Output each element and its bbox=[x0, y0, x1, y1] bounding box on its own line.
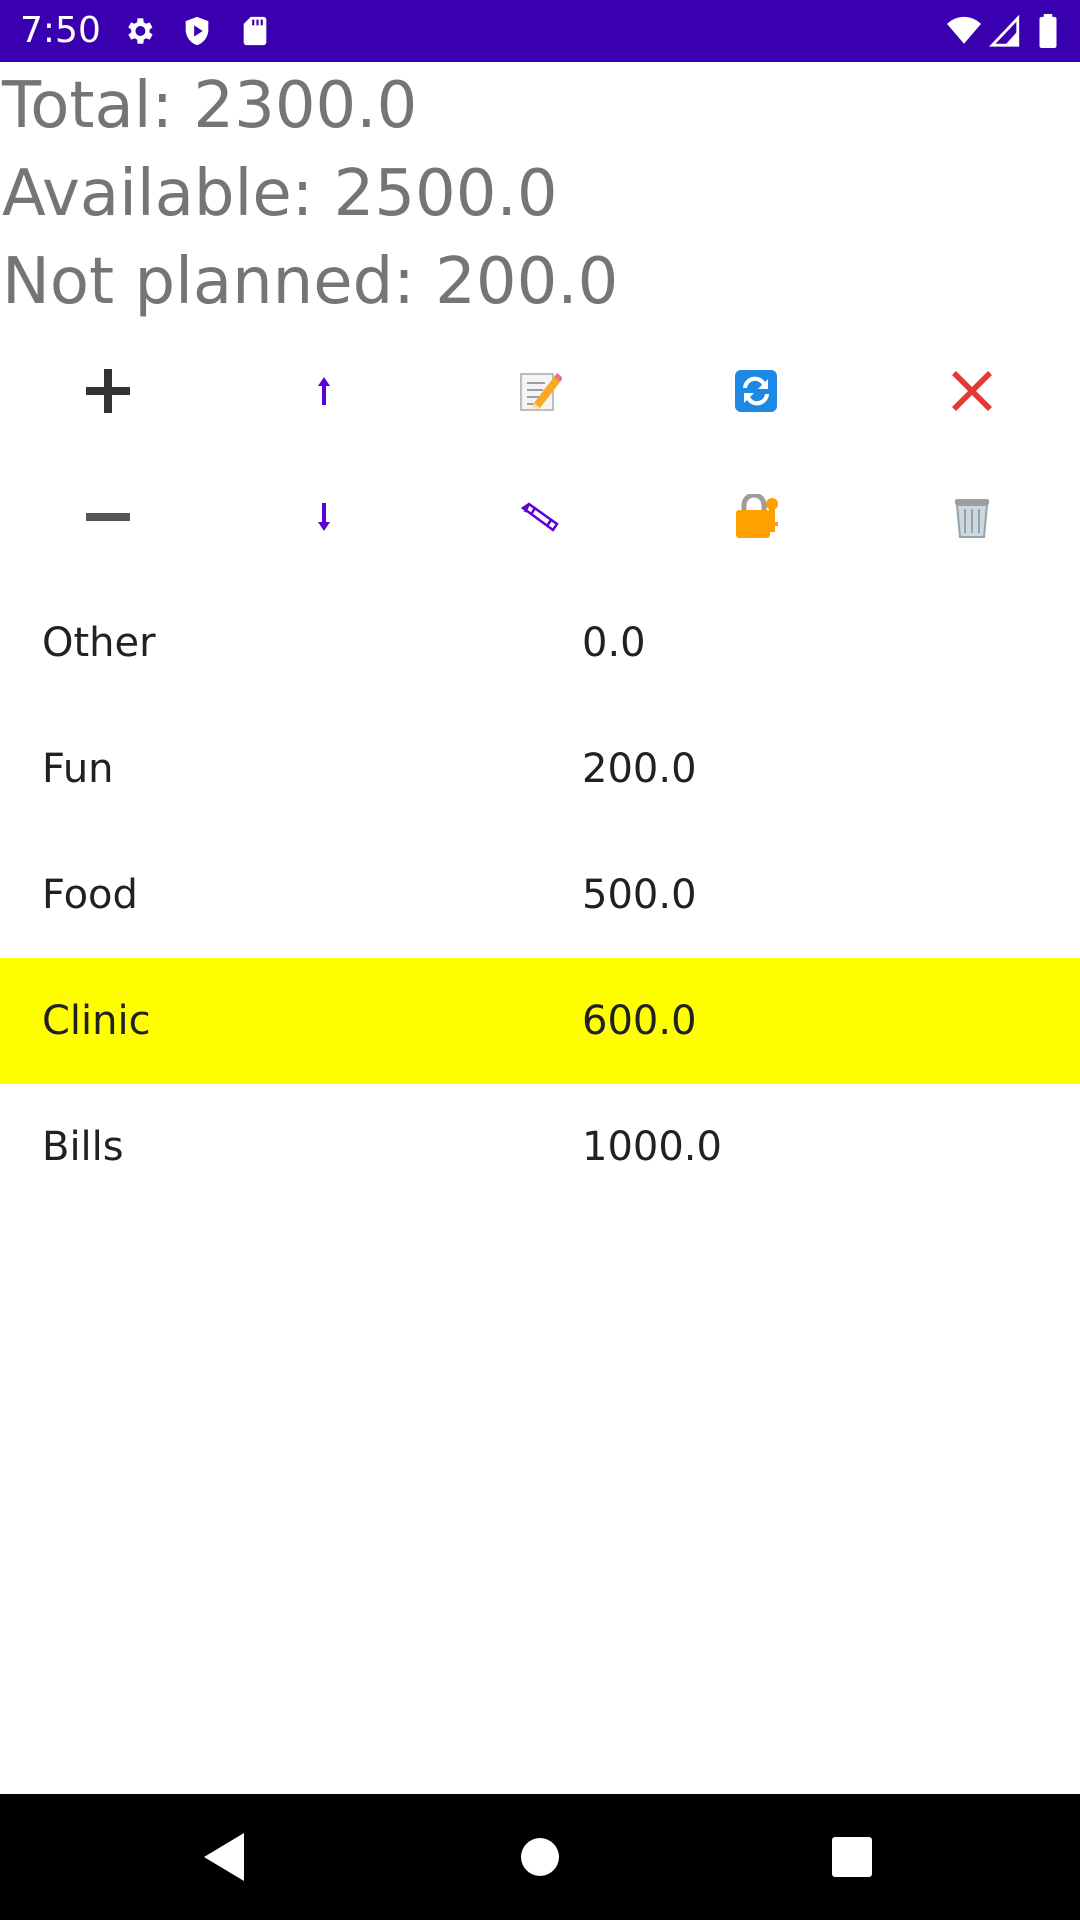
gear-icon bbox=[122, 14, 156, 48]
category-name: Food bbox=[42, 872, 138, 918]
list-item-other[interactable]: Other 0.0 bbox=[0, 580, 1080, 706]
refresh-button[interactable] bbox=[648, 328, 864, 454]
cell-signal-icon bbox=[988, 14, 1022, 48]
list-item-clinic-selected[interactable]: Clinic 600.0 bbox=[0, 958, 1080, 1084]
pencil-icon bbox=[521, 502, 559, 532]
action-toolbar bbox=[0, 328, 1080, 580]
battery-icon bbox=[1034, 14, 1062, 48]
recents-button[interactable] bbox=[822, 1827, 882, 1887]
shield-play-icon bbox=[180, 14, 214, 48]
category-value: 1000.0 bbox=[582, 1124, 722, 1170]
budget-summary: Total: 2300.0 Available: 2500.0 Not plan… bbox=[0, 62, 1080, 326]
refresh-arrows-icon bbox=[735, 370, 777, 412]
lock-key-icon bbox=[736, 494, 778, 538]
category-name: Clinic bbox=[42, 998, 151, 1044]
arrow-down-icon bbox=[318, 503, 330, 531]
back-triangle-icon bbox=[204, 1833, 244, 1881]
close-x-icon bbox=[952, 371, 992, 411]
home-button[interactable] bbox=[510, 1827, 570, 1887]
edit-note-button[interactable] bbox=[432, 328, 648, 454]
not-planned-label: Not planned: 200.0 bbox=[2, 245, 619, 319]
category-name: Bills bbox=[42, 1124, 124, 1170]
sd-card-icon bbox=[238, 14, 272, 48]
trash-can-icon bbox=[955, 499, 989, 538]
system-nav-bar bbox=[0, 1794, 1080, 1920]
arrow-up-icon bbox=[318, 377, 330, 405]
back-button[interactable] bbox=[196, 1827, 256, 1887]
category-value: 0.0 bbox=[582, 620, 646, 666]
toolbar-row-1 bbox=[0, 328, 1080, 454]
available-label: Available: 2500.0 bbox=[2, 157, 558, 231]
lock-button[interactable] bbox=[648, 454, 864, 580]
total-label: Total: 2300.0 bbox=[2, 69, 418, 143]
minus-icon bbox=[86, 513, 130, 521]
plus-icon bbox=[86, 369, 130, 413]
delete-button[interactable] bbox=[864, 454, 1080, 580]
add-button[interactable] bbox=[0, 328, 216, 454]
memo-pencil-icon bbox=[520, 373, 562, 411]
home-circle-icon bbox=[521, 1838, 559, 1876]
move-up-button[interactable] bbox=[216, 328, 432, 454]
subtract-button[interactable] bbox=[0, 454, 216, 580]
category-list: Other 0.0 Fun 200.0 Food 500.0 Clinic 60… bbox=[0, 580, 1080, 1210]
status-bar: 7:50 bbox=[0, 0, 1080, 62]
recents-square-icon bbox=[832, 1837, 872, 1877]
cancel-button[interactable] bbox=[864, 328, 1080, 454]
rename-button[interactable] bbox=[432, 454, 648, 580]
list-item-food[interactable]: Food 500.0 bbox=[0, 832, 1080, 958]
category-value: 200.0 bbox=[582, 746, 697, 792]
toolbar-row-2 bbox=[0, 454, 1080, 580]
category-value: 600.0 bbox=[582, 998, 697, 1044]
category-name: Other bbox=[42, 620, 156, 666]
wifi-icon bbox=[944, 14, 984, 48]
category-value: 500.0 bbox=[582, 872, 697, 918]
status-time: 7:50 bbox=[20, 10, 101, 51]
list-item-fun[interactable]: Fun 200.0 bbox=[0, 706, 1080, 832]
list-item-bills[interactable]: Bills 1000.0 bbox=[0, 1084, 1080, 1210]
category-name: Fun bbox=[42, 746, 114, 792]
move-down-button[interactable] bbox=[216, 454, 432, 580]
